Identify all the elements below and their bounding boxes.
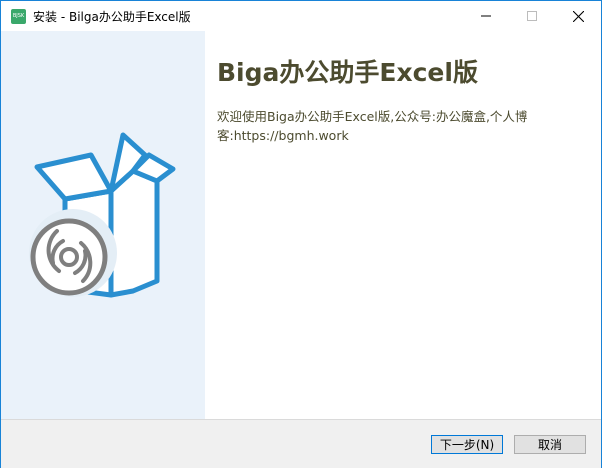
window-title: 安装 - Bilga办公助手Excel版: [33, 10, 191, 24]
close-button[interactable]: [555, 1, 601, 31]
maximize-button[interactable]: [509, 1, 555, 31]
title-bar[interactable]: BJSK 安装 - Bilga办公助手Excel版: [1, 1, 601, 31]
maximize-icon: [527, 11, 537, 21]
button-bar: 下一步(N) 取消: [1, 419, 601, 468]
welcome-description: 欢迎使用Biga办公助手Excel版,公众号:办公魔盒,个人博客:https:/…: [217, 109, 528, 143]
cancel-button[interactable]: 取消: [514, 435, 586, 454]
app-icon: BJSK: [11, 9, 26, 24]
welcome-panel: Biga办公助手Excel版 欢迎使用Biga办公助手Excel版,公众号:办公…: [205, 31, 601, 419]
close-icon: [572, 10, 584, 22]
next-button[interactable]: 下一步(N): [431, 435, 503, 454]
minimize-icon: [481, 15, 491, 17]
software-box-illustration: [29, 132, 176, 298]
banner-panel: [1, 31, 205, 419]
installer-window: BJSK 安装 - Bilga办公助手Excel版 Biga办公助手Excel版…: [0, 0, 602, 468]
minimize-button[interactable]: [463, 1, 509, 31]
page-title: Biga办公助手Excel版: [217, 58, 478, 87]
